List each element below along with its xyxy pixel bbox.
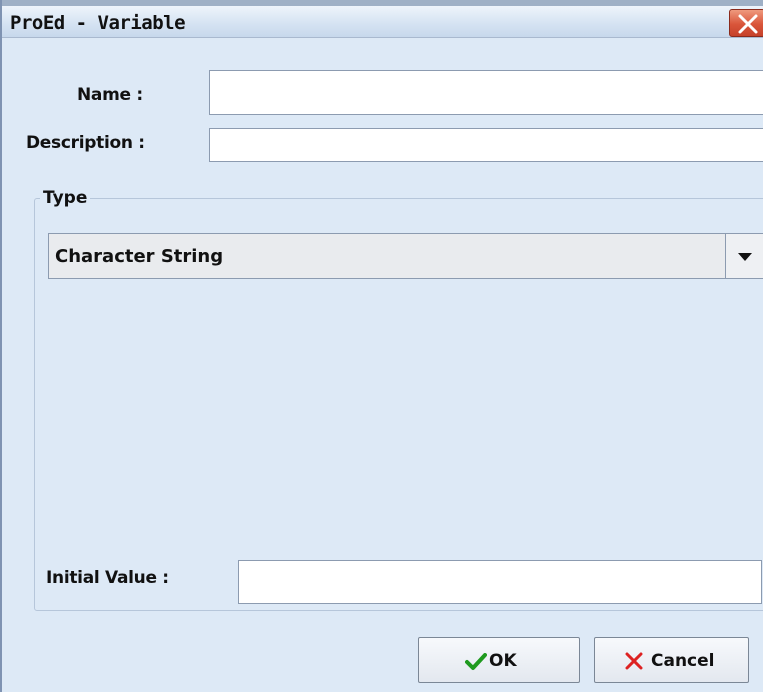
name-input[interactable] xyxy=(209,70,763,115)
initial-value-label: Initial Value : xyxy=(46,568,169,588)
initial-value-input[interactable] xyxy=(238,560,762,604)
type-group-title: Type xyxy=(40,188,91,208)
window-title: ProEd - Variable xyxy=(10,12,186,34)
close-icon xyxy=(738,14,758,34)
checkmark-icon xyxy=(465,653,487,670)
name-label: Name : xyxy=(77,85,143,105)
ok-button[interactable]: OK xyxy=(418,637,580,683)
ok-label: OK xyxy=(489,651,517,671)
title-bar[interactable]: ProEd - Variable xyxy=(2,0,763,38)
description-label: Description : xyxy=(26,133,145,153)
type-selected-value: Character String xyxy=(55,246,224,267)
dialog-window: ProEd - Variable Name : Description : Ty… xyxy=(0,0,763,692)
type-combobox[interactable]: Character String xyxy=(48,233,763,279)
cancel-button[interactable]: Cancel xyxy=(594,637,749,683)
close-button[interactable] xyxy=(729,9,763,37)
cancel-x-icon xyxy=(625,652,643,670)
chevron-down-icon xyxy=(738,253,752,261)
type-dropdown-button[interactable] xyxy=(725,234,763,278)
cancel-label: Cancel xyxy=(651,651,715,671)
description-input[interactable] xyxy=(209,128,763,162)
